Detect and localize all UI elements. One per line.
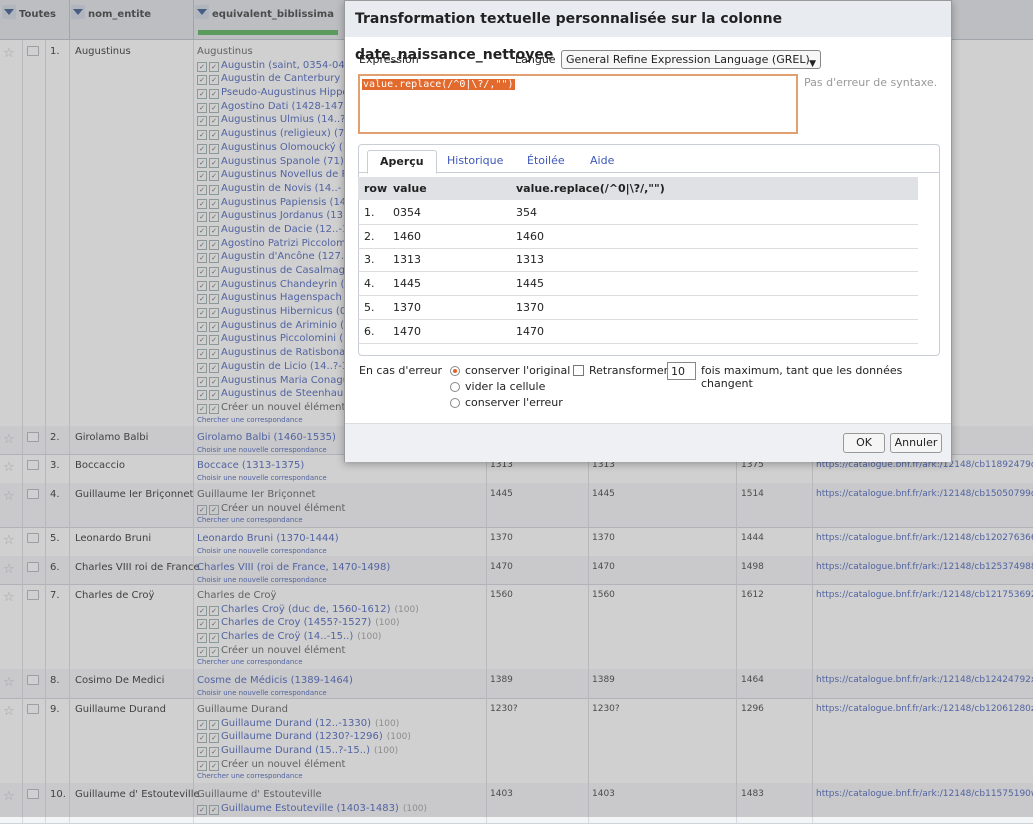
preview-cell: 1460 <box>516 229 544 243</box>
preview-cell: 1370 <box>393 300 421 314</box>
retransform-label: Retransformer <box>589 364 669 377</box>
preview-cell: 1. <box>364 206 375 219</box>
retransform-suffix: fois maximum, tant que les données chang… <box>701 364 903 390</box>
dialog-title: Transformation textuelle personnalisée s… <box>345 1 951 63</box>
preview-row: 1. 0354 354 <box>358 201 918 225</box>
preview-row: 5. 1370 1370 <box>358 296 918 320</box>
retransform-checkbox[interactable] <box>573 365 584 376</box>
option-keep-original: conserver l'original <box>465 364 571 377</box>
expression-label: Expression <box>359 53 419 66</box>
ok-button[interactable]: OK <box>843 433 885 453</box>
preview-cell: 2. <box>364 229 375 243</box>
preview-row: 3. 1313 1313 <box>358 248 918 273</box>
preview-row: 2. 1460 1460 <box>358 225 918 249</box>
preview-row: 6. 1470 1470 <box>358 320 918 344</box>
language-label: Langue <box>515 53 556 66</box>
tab-help[interactable]: Aide <box>578 150 626 172</box>
preview-cell: 0354 <box>393 206 421 219</box>
preview-row: 4. 1445 1445 <box>358 272 918 297</box>
radio-keep-original[interactable] <box>450 366 460 376</box>
preview-cell: 6. <box>364 324 375 338</box>
preview-cell: 3. <box>364 253 375 267</box>
syntax-status: Pas d'erreur de syntaxe. <box>804 76 938 89</box>
preview-cell: 1445 <box>516 277 544 291</box>
option-clear-cell: vider la cellule <box>465 380 546 393</box>
preview-cell: 1313 <box>393 253 421 267</box>
cancel-button[interactable]: Annuler <box>890 433 942 453</box>
tab-preview[interactable]: Aperçu <box>367 150 437 174</box>
tab-starred[interactable]: Étoilée <box>515 150 577 172</box>
expression-textarea[interactable]: value.replace(/^0|\?/,"") <box>358 74 798 134</box>
preview-cell: 5. <box>364 300 375 314</box>
preview-cell: 1460 <box>393 229 421 243</box>
dialog-footer: OK Annuler <box>345 423 951 462</box>
option-keep-error: conserver l'erreur <box>465 396 563 409</box>
chevron-down-icon: ▼ <box>809 59 816 69</box>
preview-cell: 4. <box>364 277 375 291</box>
preview-cell: 1313 <box>516 253 544 267</box>
preview-table-header: row value value.replace(/^0|\?/,"") <box>358 177 918 200</box>
custom-transform-dialog: Transformation textuelle personnalisée s… <box>344 0 952 462</box>
preview-cell: 354 <box>516 206 537 219</box>
radio-keep-error[interactable] <box>450 398 460 408</box>
retransform-times-input[interactable]: 10 <box>667 362 696 380</box>
on-error-label: En cas d'erreur <box>359 364 443 377</box>
preview-cell: 1470 <box>516 324 544 338</box>
preview-cell: 1370 <box>516 300 544 314</box>
preview-cell: 1445 <box>393 277 421 291</box>
radio-clear-cell[interactable] <box>450 382 460 392</box>
preview-cell: 1470 <box>393 324 421 338</box>
language-select[interactable]: General Refine Expression Language (GREL… <box>561 50 821 69</box>
tab-history[interactable]: Historique <box>435 150 515 172</box>
